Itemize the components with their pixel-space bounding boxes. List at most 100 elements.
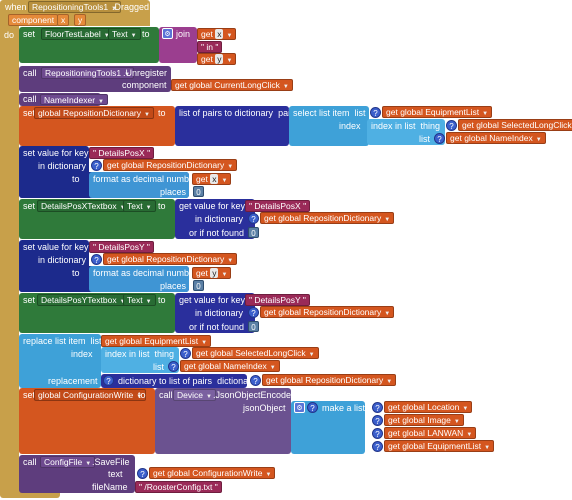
set-keyword: set: [23, 201, 36, 211]
when-label: when: [5, 2, 27, 12]
get-reposition-dictionary[interactable]: get global RepositionDictionary ▼: [260, 306, 395, 318]
in-dictionary-label: in dictionary: [195, 214, 244, 224]
global-variable-dropdown[interactable]: global ConfigurationWrite ▼: [34, 389, 147, 401]
get-reposition-dictionary[interactable]: get global RepositionDictionary ▼: [260, 212, 395, 224]
method-name: .SaveFile: [92, 457, 130, 467]
get-reposition-dictionary[interactable]: get global RepositionDictionary ▼: [103, 159, 238, 171]
to-label: to: [138, 390, 146, 400]
help-icon[interactable]: ?: [91, 160, 102, 171]
get-y-block[interactable]: get y ▼: [197, 53, 237, 65]
get-name-index[interactable]: get global NameIndex ▼: [446, 132, 546, 144]
help-icon[interactable]: ?: [372, 441, 383, 452]
get-x-block[interactable]: get x ▼: [197, 28, 237, 40]
global-variable-dropdown[interactable]: global RepositionDictionary ▼: [34, 107, 154, 119]
join-label: join: [176, 29, 191, 39]
component-param-label: component: [122, 80, 167, 90]
get-configuration-write[interactable]: get global ConfigurationWrite ▼: [149, 467, 276, 479]
help-icon[interactable]: ?: [370, 107, 381, 118]
get-current-long-click[interactable]: get global CurrentLongClick ▼: [171, 79, 293, 91]
format-label: format as decimal number: [93, 174, 198, 184]
in-dictionary-label: in dictionary: [38, 255, 87, 265]
help-icon[interactable]: ?: [372, 415, 383, 426]
help-icon[interactable]: ?: [250, 375, 261, 386]
component-dropdown[interactable]: Device ▼: [173, 389, 216, 401]
index-in-list-label: index in list thing: [371, 121, 441, 131]
places-number[interactable]: 0: [193, 186, 204, 197]
help-icon[interactable]: ?: [180, 348, 191, 359]
get-name-index[interactable]: get global NameIndex ▼: [180, 360, 280, 372]
to-label: to: [72, 268, 80, 278]
set-value-label: set value for key: [23, 242, 89, 252]
get-equipment-list[interactable]: get global EquipmentList ▼: [382, 106, 493, 118]
component-dropdown[interactable]: RepositioningTools1 ▼: [41, 67, 135, 79]
event-component-dropdown[interactable]: RepositioningTools1 ▼: [28, 1, 122, 13]
get-y-block[interactable]: get y ▼: [192, 267, 232, 279]
in-dictionary-label: in dictionary: [38, 161, 87, 171]
help-icon[interactable]: ?: [248, 213, 259, 224]
not-found-label: or if not found: [189, 322, 245, 332]
list-to-dict-label: list of pairs to dictionary pairs: [179, 108, 298, 118]
get-selected-long-click[interactable]: get global SelectedLongClick▼: [458, 119, 572, 131]
to-label: to: [158, 108, 166, 118]
procedure-dropdown[interactable]: NameIndexer ▼: [40, 94, 108, 105]
param-x[interactable]: x: [57, 14, 70, 26]
in-dictionary-label: in dictionary: [195, 308, 244, 318]
get-equipment-list[interactable]: get global EquipmentList ▼: [101, 335, 212, 347]
help-icon[interactable]: ?: [137, 468, 148, 479]
key-text-block[interactable]: " DetailsPosX ": [245, 200, 311, 212]
filename-param-label: fileName: [92, 482, 128, 492]
call-keyword: call: [159, 390, 173, 400]
help-icon[interactable]: ?: [307, 402, 318, 413]
text-in-block[interactable]: " in ": [197, 41, 223, 53]
get-image[interactable]: get global Image ▼: [384, 414, 464, 426]
property-dropdown[interactable]: Text ▼: [123, 200, 156, 212]
list-label: list: [419, 134, 430, 144]
help-icon[interactable]: ?: [434, 133, 445, 144]
get-lanwan[interactable]: get global LANWAN ▼: [384, 427, 477, 439]
set-keyword: set: [23, 29, 36, 39]
param-component[interactable]: component: [8, 14, 59, 26]
component-dropdown[interactable]: DetailsPosXTextbox▼: [37, 200, 130, 212]
get-reposition-dictionary[interactable]: get global RepositionDictionary ▼: [262, 374, 397, 386]
get-location[interactable]: get global Location ▼: [384, 401, 473, 413]
param-y[interactable]: y: [74, 14, 87, 26]
index-label: index: [339, 121, 361, 131]
method-name: .JsonObjectEncode: [213, 390, 292, 400]
help-icon[interactable]: ?: [168, 361, 179, 372]
text-param-label: text: [108, 469, 123, 479]
key-text-block[interactable]: " DetailsPosY ": [245, 294, 310, 306]
key-text-block[interactable]: " DetailsPosY ": [89, 241, 154, 253]
get-equipment-list[interactable]: get global EquipmentList ▼: [384, 440, 495, 452]
property-dropdown[interactable]: Text ▼: [108, 28, 141, 40]
filename-text-block[interactable]: " /RoosterConfig.txt ": [135, 481, 222, 493]
not-found-number[interactable]: 0: [248, 321, 259, 332]
set-value-label: set value for key: [23, 148, 89, 158]
event-block-spine: [0, 25, 19, 497]
get-x-block[interactable]: get x ▼: [192, 173, 232, 185]
method-name: .Unregister: [123, 68, 168, 78]
property-dropdown[interactable]: Text ▼: [123, 294, 156, 306]
places-label: places: [160, 187, 187, 197]
get-reposition-dictionary[interactable]: get global RepositionDictionary ▼: [103, 253, 238, 265]
component-dropdown[interactable]: FloorTestLabel ▼: [41, 28, 114, 40]
replace-label: replace list item list: [23, 336, 102, 346]
gear-icon[interactable]: ⚙: [162, 28, 173, 39]
call-keyword: call: [23, 457, 37, 467]
help-icon[interactable]: ?: [103, 375, 114, 386]
json-object-label: jsonObject: [243, 403, 286, 413]
help-icon[interactable]: ?: [446, 120, 457, 131]
places-number[interactable]: 0: [193, 280, 204, 291]
help-icon[interactable]: ?: [91, 254, 102, 265]
key-text-block[interactable]: " DetailsPosX ": [89, 147, 155, 159]
component-dropdown[interactable]: ConfigFile ▼: [40, 456, 96, 468]
event-name: .Dragged: [112, 2, 150, 12]
help-icon[interactable]: ?: [248, 307, 259, 318]
list-label: list: [153, 362, 164, 372]
gear-icon[interactable]: ⚙: [294, 402, 305, 413]
help-icon[interactable]: ?: [372, 428, 383, 439]
help-icon[interactable]: ?: [372, 402, 383, 413]
select-list-item-label: select list item list: [293, 108, 366, 118]
not-found-number[interactable]: 0: [248, 227, 259, 238]
get-selected-long-click[interactable]: get global SelectedLongClick▼: [192, 347, 319, 359]
component-dropdown[interactable]: DetailsPosYTextbox▼: [37, 294, 130, 306]
